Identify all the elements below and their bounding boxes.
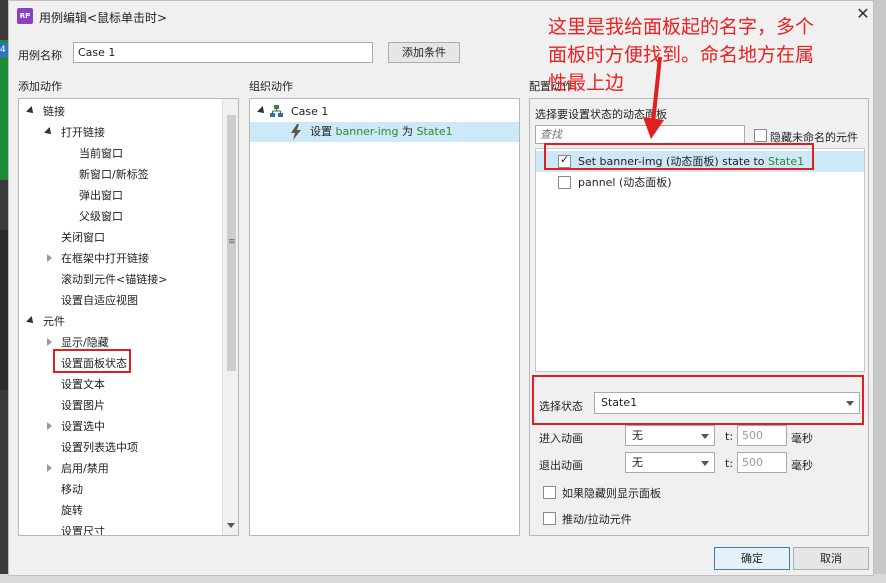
exit-duration-input[interactable] (737, 452, 787, 473)
add-action-tree: 链接 打开链接 当前窗口 新窗口/新标签 弹出窗口 父级窗口 关闭窗口 在框架中… (18, 98, 239, 536)
tree-item-enable-disable[interactable]: 启用/禁用 (61, 458, 109, 479)
tree-item-widgets[interactable]: 元件 (43, 311, 65, 332)
tree-item-links[interactable]: 链接 (43, 101, 65, 122)
annotation-arrow-icon (643, 56, 664, 139)
expand-icon[interactable] (44, 127, 54, 137)
tree-item-open-in-frame[interactable]: 在框架中打开链接 (61, 248, 149, 269)
tree-item-set-image[interactable]: 设置图片 (61, 395, 105, 416)
annotation-line-2: 面板时方便找到。命名地方在属 (548, 44, 815, 66)
add-action-header: 添加动作 (18, 80, 62, 93)
close-icon[interactable]: ✕ (854, 5, 872, 23)
collapse-icon[interactable] (47, 254, 52, 262)
chevron-down-icon (701, 434, 709, 439)
exit-anim-select[interactable]: 无 (625, 452, 715, 473)
enter-anim-value: 无 (632, 429, 643, 442)
action-state: State1 (416, 125, 453, 138)
tree-item-set-text[interactable]: 设置文本 (61, 374, 105, 395)
organize-action-header: 组织动作 (249, 80, 293, 93)
tree-item-current-window[interactable]: 当前窗口 (79, 143, 123, 164)
tree-item-open-link[interactable]: 打开链接 (61, 122, 105, 143)
panel-list: Set banner-img (动态面板) state to State1 pa… (535, 148, 865, 372)
expand-icon[interactable] (26, 316, 36, 326)
action-target: banner-img (335, 125, 399, 138)
exit-anim-label: 退出动画 (539, 459, 583, 472)
exit-anim-value: 无 (632, 456, 643, 469)
action-prefix: 设置 (310, 125, 336, 138)
expand-icon[interactable] (26, 106, 36, 116)
dialog-title: 用例编辑<鼠标单击时> (39, 11, 168, 25)
hide-unnamed-checkbox[interactable] (754, 129, 767, 142)
annotation-line-3: 性最上边 (548, 72, 625, 94)
panel-row-pannel[interactable]: pannel (动态面板) (536, 172, 864, 193)
collapse-icon[interactable] (47, 338, 52, 346)
show-if-hidden-label: 如果隐藏则显示面板 (562, 487, 661, 500)
highlight-panel-row (544, 143, 814, 170)
show-if-hidden-checkbox[interactable] (543, 486, 556, 499)
scroll-down-icon[interactable] (227, 523, 235, 528)
organize-case-item[interactable]: Case 1 (291, 101, 328, 122)
tree-item-scroll-to[interactable]: 滚动到元件<锚链接> (61, 269, 167, 290)
tree-item-move[interactable]: 移动 (61, 479, 83, 500)
grip-icon: ≡ (228, 237, 236, 247)
highlight-set-panel-state (53, 349, 131, 373)
app-logo-icon: RP (17, 8, 33, 24)
annotation-line-1: 这里是我给面板起的名字，多个 (548, 16, 815, 38)
enter-duration-input[interactable] (737, 425, 787, 446)
enter-anim-label: 进入动画 (539, 432, 583, 445)
cancel-button[interactable]: 取消 (793, 547, 869, 570)
push-pull-label: 推动/拉动元件 (562, 513, 632, 526)
case-tree-icon (270, 105, 283, 117)
action-mid: 为 (398, 125, 417, 138)
ok-button[interactable]: 确定 (714, 547, 790, 570)
exit-ms-label: 毫秒 (791, 459, 813, 472)
tree-item-set-list-selected[interactable]: 设置列表选中项 (61, 437, 138, 458)
enter-anim-select[interactable]: 无 (625, 425, 715, 446)
case-editor-dialog: RP 用例编辑<鼠标单击时> ✕ 用例名称 添加条件 添加动作 组织动作 配置动… (8, 0, 874, 576)
expand-icon[interactable] (257, 106, 267, 116)
organize-action-row[interactable]: 设置 banner-img 为 State1 (250, 122, 519, 142)
lightning-icon (291, 124, 301, 140)
tree-item-rotate[interactable]: 旋转 (61, 500, 83, 521)
tree-item-set-adaptive[interactable]: 设置自适应视图 (61, 290, 138, 311)
chevron-down-icon (701, 461, 709, 466)
highlight-select-state (532, 375, 864, 425)
tree-item-new-tab[interactable]: 新窗口/新标签 (79, 164, 149, 185)
tree-item-popup[interactable]: 弹出窗口 (79, 185, 123, 206)
add-condition-button[interactable]: 添加条件 (388, 42, 460, 63)
tree-scrollbar[interactable]: ≡ (222, 99, 238, 535)
panel-row-text: pannel (动态面板) (578, 176, 672, 189)
organize-action-panel: Case 1 设置 banner-img 为 State1 (249, 98, 520, 536)
case-name-input[interactable] (73, 42, 373, 63)
background-app-right (872, 0, 886, 583)
tree-item-parent-window[interactable]: 父级窗口 (79, 206, 123, 227)
push-pull-checkbox[interactable] (543, 512, 556, 525)
tree-item-set-selected[interactable]: 设置选中 (61, 416, 105, 437)
panel-row-checkbox[interactable] (558, 176, 571, 189)
tree-item-set-size[interactable]: 设置尺寸 (61, 521, 105, 535)
collapse-icon[interactable] (47, 422, 52, 430)
tree-item-close-window[interactable]: 关闭窗口 (61, 227, 105, 248)
collapse-icon[interactable] (47, 464, 52, 472)
exit-t-label: t: (725, 457, 734, 470)
case-name-label: 用例名称 (18, 49, 62, 62)
enter-t-label: t: (725, 430, 734, 443)
enter-ms-label: 毫秒 (791, 432, 813, 445)
